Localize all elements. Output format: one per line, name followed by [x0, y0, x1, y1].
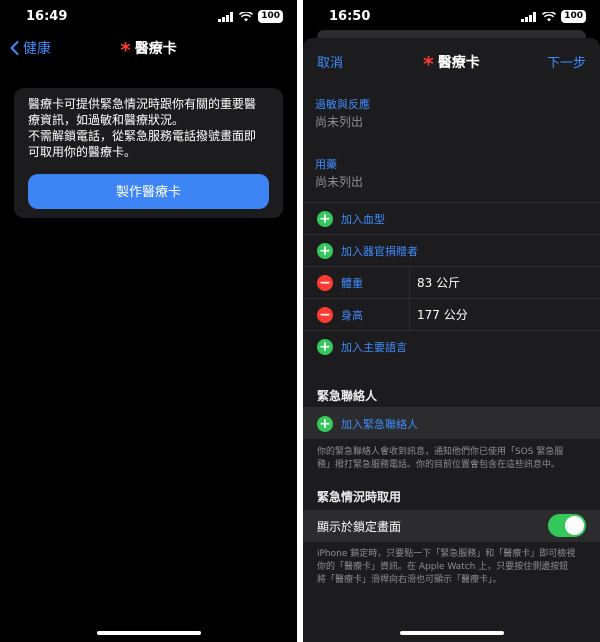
intro-line: 醫療卡可提供緊急情況時跟你有關的重要醫 [28, 97, 257, 111]
signal-icon [521, 11, 537, 22]
medical-asterisk-icon: * [423, 52, 434, 76]
signal-icon [218, 11, 234, 22]
remove-icon[interactable]: − [317, 307, 333, 323]
emergency-access-footnote: iPhone 鎖定時，只要點一下「緊急服務」和「醫療卡」即可檢視 你的「醫療卡」… [317, 548, 588, 587]
add-emergency-contact-row[interactable]: + 加入緊急聯絡人 [303, 407, 600, 439]
intro-text: 醫療卡可提供緊急情況時跟你有關的重要醫 療資訊，如過敏和醫療狀況。 不需解鎖電話… [28, 96, 269, 160]
status-time: 16:49 [26, 9, 68, 24]
add-icon[interactable]: + [317, 211, 333, 227]
left-phone-screen: 16:49 100 健康 * 醫療卡 醫療卡可提供緊急情況時跟你有關的重要醫 療資… [0, 0, 297, 642]
show-on-lock-screen-toggle[interactable] [548, 514, 586, 537]
wifi-icon [542, 11, 557, 21]
allergies-label[interactable]: 過敏與反應 [315, 96, 370, 112]
emergency-access-header: 緊急情況時取用 [317, 490, 402, 504]
remove-icon[interactable]: − [317, 275, 333, 291]
status-bar: 16:50 100 [303, 0, 600, 34]
status-bar: 16:49 100 [0, 0, 297, 34]
right-phone-screen: 16:50 100 取消 * 醫療卡 下一步 過敏與反應 尚未列出 用藥 尚未列出… [303, 0, 600, 642]
footnote-line: 你的緊急聯絡人會收到訊息，通知他們你已使用「SOS 緊急服 [317, 447, 564, 457]
add-language-row[interactable]: + 加入主要語言 [303, 330, 600, 362]
emergency-contacts-footnote: 你的緊急聯絡人會收到訊息，通知他們你已使用「SOS 緊急服 務」撥打緊急服務電話… [317, 446, 588, 472]
status-time: 16:50 [329, 9, 371, 24]
add-blood-type-label: 加入血型 [341, 213, 385, 226]
add-icon[interactable]: + [317, 243, 333, 259]
medical-id-edit-sheet: 取消 * 醫療卡 下一步 過敏與反應 尚未列出 用藥 尚未列出 + 加入血型 + … [303, 38, 600, 642]
allergies-value[interactable]: 尚未列出 [315, 113, 363, 130]
page-title-text: 醫療卡 [134, 41, 177, 57]
sheet-nav-bar: 取消 * 醫療卡 下一步 [303, 50, 600, 76]
next-button[interactable]: 下一步 [547, 52, 586, 71]
add-icon[interactable]: + [317, 416, 333, 432]
wifi-icon [239, 11, 254, 21]
intro-card: 醫療卡可提供緊急情況時跟你有關的重要醫 療資訊，如過敏和醫療狀況。 不需解鎖電話… [14, 88, 283, 218]
home-indicator[interactable] [399, 631, 504, 635]
add-emergency-contact-label: 加入緊急聯絡人 [341, 418, 418, 431]
status-icons: 100 [521, 10, 586, 23]
show-on-lock-screen-row: 顯示於鎖定畫面 [303, 510, 600, 542]
nav-bar: 健康 * 醫療卡 [0, 36, 297, 62]
add-organ-donor-label: 加入器官捐贈者 [341, 245, 418, 258]
footnote-line: iPhone 鎖定時，只要點一下「緊急服務」和「醫療卡」即可檢視 [317, 549, 576, 559]
create-medical-id-button[interactable]: 製作醫療卡 [28, 174, 269, 209]
add-blood-type-row[interactable]: + 加入血型 [303, 202, 600, 234]
medications-label[interactable]: 用藥 [315, 156, 337, 172]
row-divider [409, 299, 410, 330]
add-organ-donor-row[interactable]: + 加入器官捐贈者 [303, 234, 600, 266]
add-icon[interactable]: + [317, 339, 333, 355]
show-on-lock-screen-label: 顯示於鎖定畫面 [317, 520, 402, 534]
sheet-title-text: 醫療卡 [437, 55, 480, 71]
add-language-label: 加入主要語言 [341, 341, 407, 354]
status-icons: 100 [218, 10, 283, 23]
home-indicator[interactable] [96, 631, 201, 635]
footnote-line: 將「醫療卡」滑桿向右滑也可顯示「醫療卡」。 [317, 575, 502, 585]
emergency-contacts-header: 緊急聯絡人 [317, 389, 378, 403]
intro-line: 不需解鎖電話，從緊急服務電話撥號畫面即 [28, 129, 257, 143]
weight-value[interactable]: 83 公斤 [417, 274, 460, 291]
medical-asterisk-icon: * [120, 38, 131, 62]
intro-line: 可取用你的醫療卡。 [28, 145, 137, 159]
height-row[interactable]: − 身高 177 公分 [303, 298, 600, 330]
battery-icon: 100 [561, 10, 586, 23]
footnote-line: 務」撥打緊急服務電話。你的目前位置會包含在這些訊息中。 [317, 460, 561, 470]
height-label: 身高 [341, 309, 363, 322]
footnote-line: 你的「醫療卡」資訊。在 Apple Watch 上，只要按住側邊按鈕 [317, 562, 569, 572]
page-title: * 醫療卡 [0, 38, 297, 62]
weight-label: 體重 [341, 277, 363, 290]
toggle-knob [565, 516, 584, 535]
height-value[interactable]: 177 公分 [417, 306, 468, 323]
medications-value[interactable]: 尚未列出 [315, 173, 363, 190]
weight-row[interactable]: − 體重 83 公斤 [303, 266, 600, 298]
intro-line: 療資訊，如過敏和醫療狀況。 [28, 113, 185, 127]
row-divider [409, 267, 410, 298]
battery-icon: 100 [258, 10, 283, 23]
